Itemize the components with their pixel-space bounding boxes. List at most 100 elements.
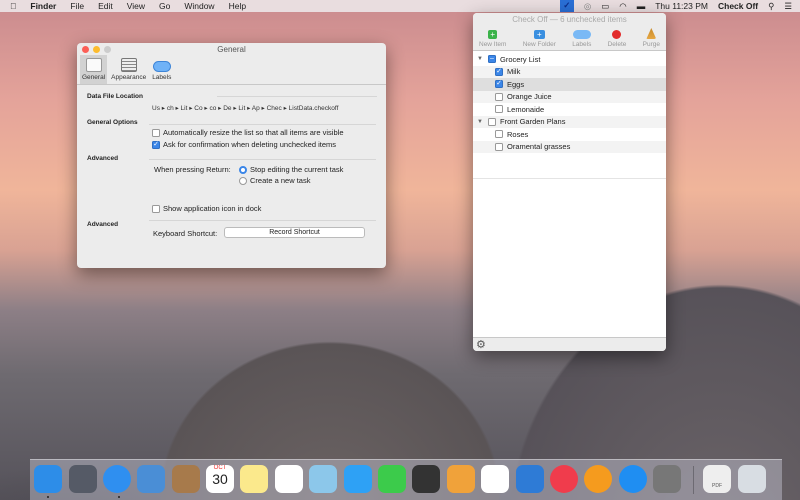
menu-window[interactable]: Window [184,1,214,11]
minimize-button[interactable] [93,46,100,53]
window-title: General [217,45,246,54]
dock-facetime-icon[interactable] [378,465,406,493]
dock-contacts-icon[interactable] [172,465,200,493]
option-label: Ask for confirmation when deleting unche… [163,140,337,149]
zoom-button[interactable] [104,46,111,53]
disclosure-triangle-icon[interactable]: ▼ [476,56,484,62]
dock-launchpad-icon[interactable] [69,465,97,493]
resize-checkbox[interactable] [152,128,160,137]
item-checkbox[interactable] [495,142,503,151]
battery-icon[interactable]: ▬ [637,1,646,11]
item-checkbox[interactable]: – [488,55,496,64]
dock-keynote-icon[interactable] [516,465,544,493]
purge-button[interactable]: Purge [641,26,662,50]
tab-appearance[interactable]: Appearance [109,55,148,84]
tab-label: General [82,74,106,81]
checkoff-menu-label[interactable]: Check Off [718,1,758,11]
item-label: Oramental grasses [507,142,571,152]
radio-button[interactable] [239,165,247,174]
dock-messages-icon[interactable] [344,465,372,493]
item-checkbox[interactable]: ✓ [495,80,503,89]
list-item[interactable]: ✓ Eggs [473,78,666,91]
dock-icon-checkbox[interactable] [152,204,160,213]
labels-icon [152,61,171,72]
item-label: Orange Juice [507,92,552,102]
dock-maps-icon[interactable] [309,465,337,493]
new-folder-button[interactable]: + New Folder [521,26,558,50]
checkoff-menu-icon[interactable]: ✓ [559,0,574,12]
apple-menu-icon[interactable]:  [10,1,16,11]
button-label: Labels [572,41,592,48]
delete-button[interactable]: Delete [606,26,629,50]
record-shortcut-button[interactable]: Record Shortcut [224,227,365,238]
title-bar: Check Off — 6 unchecked items [473,13,666,26]
dock-finder-icon[interactable] [34,465,62,493]
tab-labels[interactable]: Labels [150,55,173,84]
bottom-bar: ⚙ [473,337,666,351]
radio-label: Stop editing the current task [250,165,344,174]
menu-edit[interactable]: Edit [98,1,113,11]
labels-icon [572,30,591,39]
resize-divider[interactable] [473,178,666,179]
resize-option[interactable]: Automatically resize the list so that al… [152,128,344,137]
folder-row[interactable]: ▼ Front Garden Plans [473,115,666,128]
creative-cloud-icon[interactable]: ◎ [584,1,591,12]
option-label: Show application icon in dock [163,204,262,213]
dock-notes-icon[interactable] [240,465,268,493]
list-item[interactable]: Oramental grasses [473,140,666,153]
close-button[interactable] [82,46,89,53]
menu-help[interactable]: Help [229,1,246,11]
dock-numbers-icon[interactable] [481,465,509,493]
wifi-icon[interactable]: ◠ [619,1,626,12]
new-folder-icon: + [533,30,545,39]
clock[interactable]: Thu 11:23 PM [655,1,708,11]
notification-center-icon[interactable]: ☰ [784,1,792,12]
dock-photo-booth-icon[interactable] [412,465,440,493]
radio-button[interactable] [239,176,247,185]
item-label: Roses [507,129,529,139]
dock-reminders-icon[interactable] [275,465,303,493]
list-item[interactable]: Orange Juice [473,90,666,103]
confirm-delete-checkbox[interactable]: ✓ [152,140,160,149]
menu-view[interactable]: View [127,1,145,11]
dock-system-preferences-icon[interactable] [653,465,681,493]
item-checkbox[interactable]: ✓ [495,67,503,76]
item-checkbox[interactable] [495,92,503,101]
airplay-icon[interactable]: ▭ [601,1,609,12]
labels-button[interactable]: Labels [570,26,593,50]
plus-icon: + [488,30,498,39]
tab-general[interactable]: General [80,55,108,84]
item-checkbox[interactable] [495,130,503,139]
dock-safari-icon[interactable] [103,465,131,493]
appearance-icon [120,58,137,72]
spotlight-icon[interactable]: ⚲ [768,1,774,12]
folder-row[interactable]: ▼ – Grocery List [473,53,666,66]
dock-icon-option[interactable]: Show application icon in dock [152,204,261,213]
running-indicator [118,496,120,498]
tab-label: Appearance [111,74,147,81]
data-file-path[interactable]: Us ▸ ch ▸ Lit ▸ Co ▸ co ▸ De ▸ Lit ▸ Ap … [152,104,338,112]
new-item-button[interactable]: + New Item [477,26,508,50]
dock-app-store-icon[interactable] [619,465,647,493]
item-checkbox[interactable] [488,117,496,126]
dock-trash-icon[interactable] [738,465,766,493]
list-item[interactable]: Roses [473,128,666,141]
radio-stop-editing[interactable]: Stop editing the current task [239,165,343,174]
confirm-delete-option[interactable]: ✓ Ask for confirmation when deleting unch… [152,140,336,149]
list-item[interactable]: ✓ Milk [473,65,666,78]
item-checkbox[interactable] [495,105,503,114]
shortcut-label: Keyboard Shortcut: [153,229,218,238]
dock-ibooks-icon[interactable] [584,465,612,493]
dock-pdf-icon[interactable]: PDF [703,465,731,493]
menu-app-name[interactable]: Finder [30,1,56,11]
dock-calendar-icon[interactable]: OCT 30 [206,465,234,493]
gear-icon[interactable]: ⚙ [476,338,486,351]
dock-mail-icon[interactable] [137,465,165,493]
menu-go[interactable]: Go [159,1,170,11]
radio-create-task[interactable]: Create a new task [239,176,310,185]
dock-itunes-icon[interactable] [550,465,578,493]
list-item[interactable]: Lemonaide [473,103,666,116]
disclosure-triangle-icon[interactable]: ▼ [476,119,484,125]
dock-pages-icon[interactable] [447,465,475,493]
menu-file[interactable]: File [70,1,84,11]
